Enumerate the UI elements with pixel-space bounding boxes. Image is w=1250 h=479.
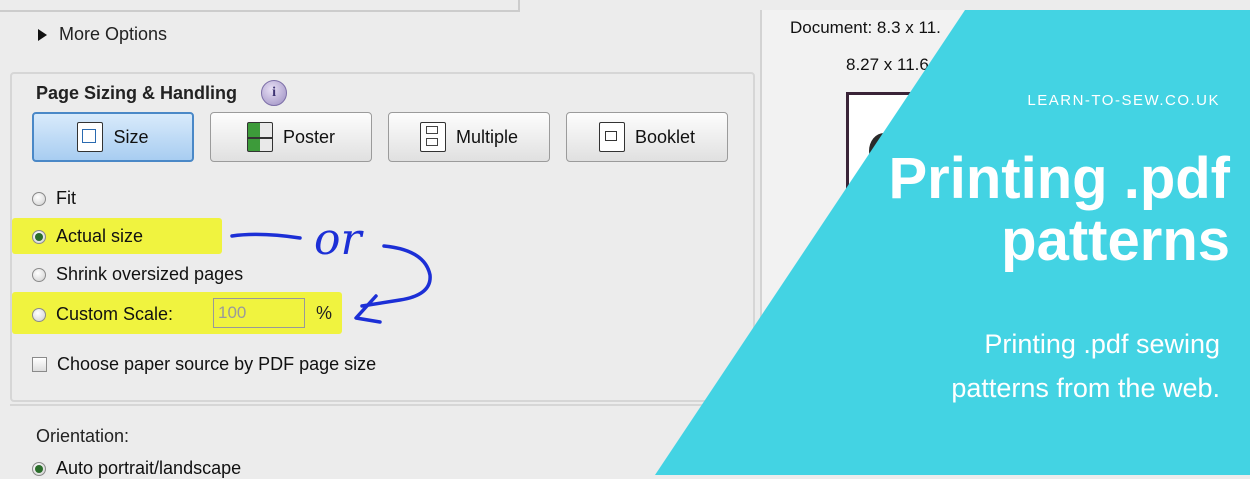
subtitle-line-2: patterns from the web. — [951, 373, 1220, 403]
banner-headline: Printing .pdf patterns — [810, 146, 1231, 273]
shrink-option[interactable]: Shrink oversized pages — [32, 264, 243, 285]
more-options-label: More Options — [59, 24, 168, 44]
paper-source-option[interactable]: Choose paper source by PDF page size — [32, 354, 376, 375]
multiple-icon — [419, 122, 446, 152]
page-sizing-label: Page Sizing & Handling — [36, 82, 238, 103]
poster-icon — [246, 122, 273, 152]
shrink-radio[interactable] — [32, 267, 46, 282]
more-options-toggle[interactable]: More Options — [38, 24, 167, 45]
fit-option[interactable]: Fit — [32, 188, 76, 209]
custom-scale-label: Custom Scale: — [56, 304, 174, 324]
custom-scale-radio[interactable] — [32, 307, 46, 322]
subtitle-line-1: Printing .pdf sewing — [984, 329, 1220, 359]
document-size-label: Document: 8.3 x 11. — [790, 18, 941, 37]
info-icon[interactable]: i — [261, 80, 288, 106]
orientation-label: Orientation: — [36, 426, 130, 446]
headline-line-2: patterns — [1001, 208, 1230, 273]
section-divider — [10, 404, 755, 406]
paper-source-checkbox[interactable] — [32, 357, 47, 372]
custom-scale-option[interactable]: Custom Scale: — [32, 304, 173, 325]
poster-button-label: Poster — [282, 126, 336, 147]
auto-orientation-label: Auto portrait/landscape — [56, 458, 242, 478]
shrink-label: Shrink oversized pages — [56, 264, 244, 284]
percent-label: % — [316, 303, 333, 323]
page-sizing-title: Page Sizing & Handling i — [36, 80, 288, 106]
fit-label: Fit — [56, 188, 76, 208]
page-size-label: 8.27 x 11.6 — [846, 55, 929, 74]
booklet-icon — [598, 122, 625, 152]
booklet-button-label: Booklet — [634, 126, 696, 147]
size-icon — [77, 122, 104, 152]
expand-triangle-icon — [38, 28, 47, 41]
actual-size-option[interactable]: Actual size — [32, 226, 143, 247]
auto-orientation-radio[interactable] — [32, 461, 46, 476]
actual-size-label: Actual size — [56, 226, 144, 246]
multiple-button[interactable]: Multiple — [388, 112, 550, 162]
site-url: LEARN-TO-SEW.CO.UK — [1027, 92, 1220, 109]
auto-orientation-option[interactable]: Auto portrait/landscape — [32, 458, 241, 479]
actual-size-radio[interactable] — [32, 229, 46, 244]
size-button-label: Size — [113, 126, 149, 147]
banner-subtitle: Printing .pdf sewing patterns from the w… — [820, 322, 1220, 410]
fit-radio[interactable] — [32, 191, 46, 206]
multiple-button-label: Multiple — [455, 126, 519, 147]
top-group-border — [0, 0, 520, 12]
custom-scale-input[interactable] — [213, 298, 305, 328]
paper-source-label: Choose paper source by PDF page size — [57, 354, 377, 374]
size-button[interactable]: Size — [32, 112, 194, 162]
headline-line-1: Printing .pdf — [888, 146, 1231, 211]
booklet-button[interactable]: Booklet — [566, 112, 728, 162]
poster-button[interactable]: Poster — [210, 112, 372, 162]
